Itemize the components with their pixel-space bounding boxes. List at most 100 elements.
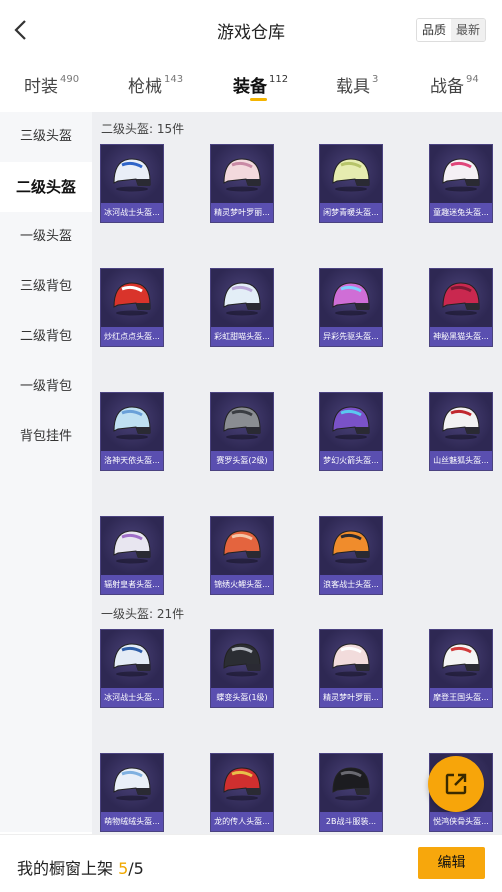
showcase-total: /5 [128,859,144,878]
helmet-item-card[interactable]: 辐射皇者头盔... [100,516,164,595]
helmet-icon [113,530,151,564]
helmet-item-card[interactable]: 冰河战士头盔... [100,144,164,223]
helmet-item-card[interactable]: 精灵梦叶罗丽... [319,629,383,708]
sort-toggle: 品质 最新 [415,18,486,42]
helmet-item-card[interactable]: 彩虹甜喵头盔... [210,268,274,347]
helmet-image [430,269,492,327]
item-name: 洛神天依头盔... [101,451,163,470]
helmet-icon [442,406,480,440]
helmet-item-card[interactable]: 神秘黑猫头盔... [429,268,493,347]
helmet-icon [442,158,480,192]
item-name: 童趣迷兔头盔... [430,203,492,222]
helmet-icon [332,767,370,801]
helmet-image [320,630,382,688]
helmet-image [430,145,492,203]
item-name: 冰河战士头盔... [101,203,163,222]
helmet-icon [223,158,261,192]
helmet-icon [332,282,370,316]
helmet-item-card[interactable]: 龙的传人头盔... [210,753,274,832]
sort-latest-button[interactable]: 最新 [450,19,485,41]
helmet-image [101,517,163,575]
helmet-item-card[interactable]: 锦绣火鲤头盔... [210,516,274,595]
item-name: 冰河战士头盔... [101,688,163,707]
helmet-item-card[interactable]: 摩登王国头盔... [429,629,493,708]
tab-fashion[interactable]: 时装 490 [24,72,79,97]
helmet-item-card[interactable]: 山丝魅狐头盔... [429,392,493,471]
share-button[interactable] [428,756,484,812]
helmet-image [101,754,163,812]
item-name: 神秘黑猫头盔... [430,327,492,346]
item-name: 彩虹甜喵头盔... [211,327,273,346]
helmet-item-card[interactable]: 闲梦青暖头盔... [319,144,383,223]
item-name: 精灵梦叶罗丽... [211,203,273,222]
share-external-icon [445,773,467,795]
item-name: 辐射皇者头盔... [101,575,163,594]
tab-label: 载具 [336,77,370,97]
helmet-icon [332,643,370,677]
item-name: 异彩先驱头盔... [320,327,382,346]
helmet-icon [332,158,370,192]
helmet-item-card[interactable]: 童趣迷兔头盔... [429,144,493,223]
helmet-image [211,269,273,327]
helmet-item-card[interactable]: 洛神天依头盔... [100,392,164,471]
helmet-icon [113,767,151,801]
helmet-icon [113,282,151,316]
sidebar-item-backpack-pendant[interactable]: 背包挂件 [0,412,92,462]
helmet-icon [332,406,370,440]
helmet-icon [442,282,480,316]
helmet-image [320,754,382,812]
tab-count: 94 [466,74,479,86]
helmet-item-card[interactable]: 异彩先驱头盔... [319,268,383,347]
item-name: 摩登王国头盔... [430,688,492,707]
sidebar-item-level3-helmet[interactable]: 三级头盔 [0,112,92,162]
sidebar-item-level1-backpack[interactable]: 一级背包 [0,362,92,412]
helmet-item-card[interactable]: 蝶变头盔(1级) [210,629,274,708]
helmet-icon [223,530,261,564]
helmet-item-card[interactable]: 赛罗头盔(2级) [210,392,274,471]
tab-count: 3 [372,74,379,86]
helmet-image [211,145,273,203]
showcase-count: 我的橱窗上架 5/5 [17,855,144,879]
tab-vehicles[interactable]: 载具 3 [336,72,378,97]
sort-quality-button[interactable]: 品质 [416,19,451,41]
tab-label: 时装 [24,77,58,97]
helmet-item-card[interactable]: 冰河战士头盔... [100,629,164,708]
top-bar: 游戏仓库 品质 最新 [0,0,502,60]
helmet-item-card[interactable]: 梦幻火箭头盔... [319,392,383,471]
helmet-image [211,393,273,451]
helmet-image [430,393,492,451]
showcase-label: 我的橱窗上架 [17,859,119,878]
tab-equipment[interactable]: 装备 112 [233,72,288,97]
warehouse-page: 游戏仓库 品质 最新 时装 490 枪械 143 装备 112 载具 3 战备 94 三级… [0,0,502,892]
helmet-item-card[interactable]: 2B战斗服装... [319,753,383,832]
helmet-image [320,517,382,575]
sidebar-item-level3-backpack[interactable]: 三级背包 [0,262,92,312]
tab-count: 143 [164,74,184,86]
helmet-image [320,269,382,327]
tab-weapons[interactable]: 枪械 143 [128,72,183,97]
item-name: 炒红点点头盔... [101,327,163,346]
helmet-icon [113,158,151,192]
tab-count: 112 [269,74,289,86]
sidebar-item-level1-helmet[interactable]: 一级头盔 [0,212,92,262]
item-grid: 二级头盔: 15件 一级头盔: 21件 冰河战士头盔... 精灵梦叶罗丽... 闲梦… [92,112,502,834]
helmet-image [101,630,163,688]
showcase-current: 5 [118,859,129,878]
helmet-image [320,393,382,451]
sidebar-item-level2-backpack[interactable]: 二级背包 [0,312,92,362]
helmet-item-card[interactable]: 精灵梦叶罗丽... [210,144,274,223]
helmet-item-card[interactable]: 浪客战士头盔... [319,516,383,595]
helmet-item-card[interactable]: 炒红点点头盔... [100,268,164,347]
helmet-item-card[interactable]: 萌物绒绒头盔... [100,753,164,832]
sidebar-item-level2-helmet[interactable]: 二级头盔 [0,162,92,212]
edit-button[interactable]: 编辑 [418,847,485,879]
item-name: 锦绣火鲤头盔... [211,575,273,594]
helmet-image [211,754,273,812]
helmet-icon [223,643,261,677]
tab-supplies[interactable]: 战备 94 [430,72,479,97]
tab-label: 枪械 [128,77,162,97]
tab-label: 装备 [233,77,267,97]
helmet-image [430,630,492,688]
helmet-image [101,269,163,327]
tab-label: 战备 [430,77,464,97]
